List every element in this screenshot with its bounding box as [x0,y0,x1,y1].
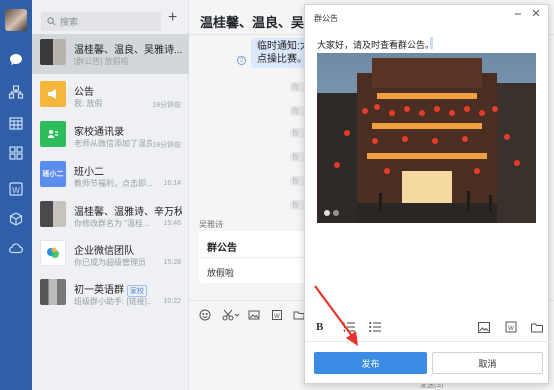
item-title: 企业微信团队 [74,246,134,257]
chat-icon[interactable] [6,50,26,70]
image-icon[interactable] [477,321,491,333]
doc-icon[interactable]: W [270,308,284,322]
group-avatar [40,279,66,305]
contacts-icon[interactable] [6,82,26,102]
announcement-dialog: 群公告 大家好，请及时查看群公告。 B W 发布 取消 [304,4,550,384]
doc-icon[interactable]: W [6,179,26,199]
item-title: 温桂馨、温雅诗、辛万秋 [74,207,182,218]
group-avatar [40,201,66,227]
divider [305,341,550,342]
item-title: 班小二 [74,167,104,178]
search-icon [47,17,56,26]
add-button[interactable]: + [168,9,177,27]
left-nav: W [0,0,32,390]
minimize-icon[interactable] [514,9,522,20]
announcement-text[interactable]: 大家好，请及时查看群公告。 [317,38,434,51]
group-avatar [40,39,66,65]
card-body: 放假啦 [207,268,235,278]
item-time: 15:46 [163,220,181,227]
search-placeholder: 搜索 [60,17,79,27]
item-title: 公告 [74,87,94,98]
bold-button[interactable]: B [316,321,323,333]
item-title: 初一英语群 家校 [74,281,182,297]
item-subtitle: 老师从微信添加了温良... [74,139,152,148]
publish-button[interactable]: 发布 [314,352,427,374]
wecom-team-icon [40,240,66,266]
announcement-card[interactable]: 群公告 放假啦 [199,231,309,283]
cloud-icon[interactable] [6,238,26,258]
image-icon[interactable] [247,308,261,322]
cube-icon[interactable] [6,209,26,229]
calendar-icon[interactable] [6,113,26,133]
divider [199,257,309,258]
bot-avatar: 班小二 [40,161,66,187]
contact-card-icon [40,121,66,147]
chevron-down-icon[interactable] [233,308,241,322]
chat-list: 搜索 + 温桂馨、温良、吴雅诗... [群公告] 放假啦 公告 我: 放假 19… [32,0,189,390]
cancel-button[interactable]: 取消 [432,352,543,374]
item-subtitle: 我: 放假 [74,99,103,108]
item-subtitle: 你修改群名为 "温桂... [74,219,150,228]
svg-text:W: W [12,186,20,195]
item-title: 温桂馨、温良、吴雅诗... [74,45,182,56]
svg-text:W: W [274,314,280,320]
item-subtitle: 班级群小助手: [链接]... [74,297,152,306]
list-item[interactable]: 企业微信团队 你已成为超级管理员 15:28 [32,235,189,275]
announcement-icon [40,81,66,107]
list-item[interactable]: 家校通讯录 老师从微信添加了温良... 19分钟前 [32,116,189,156]
text-cursor [430,37,433,49]
announcement-photo[interactable] [317,53,536,223]
item-title: 家校通讯录 [74,127,124,138]
sender-name: 吴雅诗 [199,220,223,229]
list-item[interactable]: 温桂馨、温雅诗、辛万秋 你修改群名为 "温桂... 15:46 [32,196,189,236]
item-subtitle: [群公告] 放假啦 [74,57,129,66]
list-item[interactable]: 初一英语群 家校 班级群小助手: [链接]... 10:22 [32,274,189,314]
svg-text:W: W [508,326,514,332]
bullet-list-icon[interactable] [368,321,382,333]
list-item[interactable]: 班小二 班小二 教师节福利，点击即... 16:14 [32,156,189,196]
item-time: 15:28 [163,259,181,266]
workbench-icon[interactable] [6,143,26,163]
doc-icon[interactable]: W [504,321,518,333]
emoji-icon[interactable] [198,308,212,322]
card-title: 群公告 [207,243,237,254]
item-time: 16:14 [163,180,181,187]
read-count-badge: 2 [237,56,246,65]
avatar[interactable] [5,9,27,31]
close-icon[interactable] [532,9,540,20]
item-time: 10:22 [163,298,181,305]
list-item[interactable]: 公告 我: 放假 19分钟前 [32,76,189,116]
dialog-title: 群公告 [314,14,338,23]
folder-icon[interactable] [530,321,544,333]
search-input[interactable]: 搜索 [41,12,161,31]
numbered-list-icon[interactable] [342,321,356,333]
item-time: 19分钟前 [152,102,181,109]
list-item[interactable]: 温桂馨、温良、吴雅诗... [群公告] 放假啦 [32,34,189,74]
item-subtitle: 教师节福利，点击即... [74,179,152,188]
item-subtitle: 你已成为超级管理员 [74,258,146,267]
item-time: 19分钟前 [152,142,181,149]
